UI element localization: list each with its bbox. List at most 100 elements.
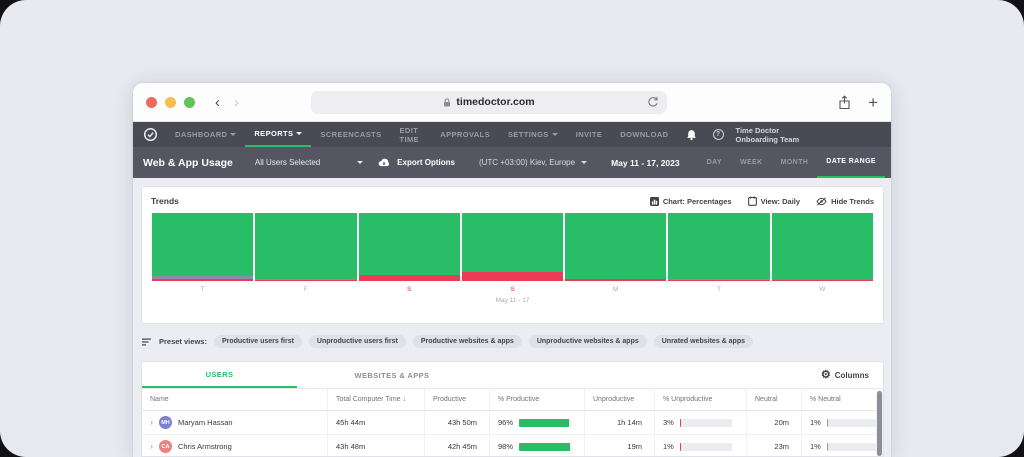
nav-item-dashboard[interactable]: DASHBOARD — [166, 122, 245, 147]
share-icon[interactable] — [838, 94, 851, 110]
chart-day-label: W — [819, 286, 826, 293]
chart-segment-productive — [358, 213, 460, 275]
nav-item-edit-time[interactable]: EDIT TIME — [391, 122, 432, 147]
col-header-pct-unproductive[interactable]: % Unproductive — [654, 389, 746, 410]
hide-trends-button[interactable]: Hide Trends — [816, 197, 874, 206]
sort-desc-icon: ↓ — [402, 396, 407, 403]
export-options-label: Export Options — [397, 158, 455, 167]
col-header-total-time[interactable]: Total Computer Time ↓ — [327, 389, 424, 410]
timedoctor-logo-icon[interactable] — [133, 122, 166, 147]
preset-unrated-sites[interactable]: Unrated websites & apps — [653, 335, 753, 348]
new-tab-icon[interactable]: + — [868, 94, 878, 111]
tab-week[interactable]: WEEK — [731, 147, 772, 178]
tab-date-range[interactable]: DATE RANGE — [817, 147, 885, 178]
nav-item-approvals[interactable]: APPROVALS — [431, 122, 499, 147]
scrollbar-thumb[interactable] — [877, 391, 882, 456]
preset-views-label: Preset views: — [159, 337, 207, 346]
chart-type-toggle[interactable]: Chart: Percentages — [649, 196, 732, 206]
col-header-unproductive[interactable]: Unproductive — [584, 389, 654, 410]
chart-bar[interactable] — [358, 213, 460, 281]
nav-item-label: REPORTS — [254, 129, 294, 138]
table-scrollbar[interactable] — [876, 390, 883, 456]
unproductive-progress-bar — [679, 418, 732, 427]
nav-item-label: DOWNLOAD — [620, 130, 669, 139]
table-header-row: Name Total Computer Time ↓ Productive % … — [142, 389, 883, 411]
productive-progress-bar — [519, 442, 572, 451]
col-header-neutral[interactable]: Neutral — [746, 389, 801, 410]
pct-neutral-cell: 1% — [801, 435, 883, 456]
expand-row-icon[interactable]: › — [150, 418, 153, 427]
chart-segment-productive — [461, 213, 564, 273]
chart-day-label: M — [613, 286, 619, 293]
chart-day-label: S — [407, 286, 412, 293]
gear-icon: ⚙ — [820, 368, 831, 381]
view-toggle[interactable]: View: Daily — [747, 196, 801, 206]
chart-day-label: S — [510, 286, 515, 293]
minimize-window-button[interactable] — [165, 96, 176, 108]
nav-item-reports[interactable]: REPORTS — [245, 122, 312, 147]
preset-unproductive-sites[interactable]: Unproductive websites & apps — [528, 335, 647, 348]
bell-icon[interactable] — [678, 129, 705, 141]
chart-bar[interactable] — [771, 213, 873, 281]
chart-segment-productive — [255, 213, 357, 279]
chart-period-label: May 11 - 17 — [495, 297, 530, 304]
chevron-down-icon — [356, 161, 363, 164]
nav-item-screencasts[interactable]: SCREENCASTS — [311, 122, 390, 147]
preset-filter-icon — [142, 338, 152, 346]
expand-row-icon[interactable]: › — [150, 442, 153, 451]
app-navbar: DASHBOARD REPORTS SCREENCASTS EDIT TIME … — [133, 122, 891, 147]
chart-segment-unproductive — [668, 280, 770, 281]
preset-productive-sites[interactable]: Productive websites & apps — [412, 335, 522, 348]
bar-chart-icon — [649, 196, 659, 206]
neutral-cell: 20m — [746, 411, 801, 434]
preset-views-row: Preset views: Productive users first Unp… — [142, 334, 884, 349]
chart-day-label: T — [200, 286, 205, 293]
users-filter-dropdown[interactable]: All Users Selected — [255, 147, 363, 178]
nav-item-settings[interactable]: SETTINGS — [499, 122, 567, 147]
chart-bar[interactable] — [255, 213, 357, 281]
tab-month[interactable]: MONTH — [772, 147, 818, 178]
chart-bar[interactable] — [565, 213, 667, 281]
team-name[interactable]: Time Doctor Onboarding Team — [732, 126, 821, 144]
nav-item-label: SCREENCASTS — [320, 130, 382, 139]
calendar-icon — [747, 196, 757, 206]
chart-segment-productive — [152, 213, 254, 277]
chart-bar[interactable] — [152, 213, 254, 281]
nav-item-invite[interactable]: INVITE — [567, 122, 612, 147]
table-row[interactable]: › MH Maryam Hassan 45h 44m 43h 50m 96% 1… — [142, 411, 883, 435]
chart-bar[interactable] — [461, 213, 564, 281]
tab-users[interactable]: USERS — [142, 362, 297, 388]
columns-button[interactable]: ⚙ Columns — [821, 362, 883, 388]
chart-bar[interactable] — [668, 213, 770, 281]
pct-neutral-cell: 1% — [801, 411, 883, 434]
back-icon[interactable]: ‹ — [215, 95, 220, 110]
col-header-productive[interactable]: Productive — [424, 389, 489, 410]
preset-productive-users[interactable]: Productive users first — [213, 335, 302, 348]
user-name[interactable]: Chris Armstrong — [178, 442, 232, 451]
tab-websites-apps[interactable]: WEBSITES & APPS — [297, 362, 487, 388]
url-bar[interactable]: timedoctor.com — [311, 90, 667, 114]
preset-unproductive-users[interactable]: Unproductive users first — [308, 335, 406, 348]
nav-item-download[interactable]: DOWNLOAD — [611, 122, 677, 147]
forward-icon[interactable]: › — [234, 95, 239, 110]
report-subheader: Web & App Usage All Users Selected Expor… — [133, 147, 891, 178]
nav-item-label: EDIT TIME — [399, 125, 420, 144]
neutral-cell: 23m — [746, 435, 801, 456]
col-header-pct-productive[interactable]: % Productive — [489, 389, 584, 410]
col-header-pct-neutral[interactable]: % Neutral — [801, 389, 883, 410]
user-name[interactable]: Maryam Hassan — [178, 418, 233, 427]
columns-label: Columns — [834, 370, 869, 380]
avatar: MH — [159, 416, 172, 429]
neutral-progress-bar — [826, 442, 879, 451]
users-filter-value: All Users Selected — [254, 158, 321, 167]
help-icon[interactable]: ? — [705, 129, 732, 140]
col-header-name[interactable]: Name — [142, 389, 327, 410]
view-toggle-label: View: Daily — [760, 196, 801, 206]
export-options-button[interactable]: Export Options — [377, 147, 455, 178]
refresh-icon[interactable] — [646, 95, 660, 109]
tab-day[interactable]: DAY — [698, 147, 731, 178]
timezone-dropdown[interactable]: (UTC +03:00) Kiev, Europe — [479, 147, 588, 178]
close-window-button[interactable] — [146, 96, 157, 108]
table-row[interactable]: › CA Chris Armstrong 43h 48m 42h 45m 98%… — [142, 435, 883, 456]
zoom-window-button[interactable] — [184, 96, 195, 108]
